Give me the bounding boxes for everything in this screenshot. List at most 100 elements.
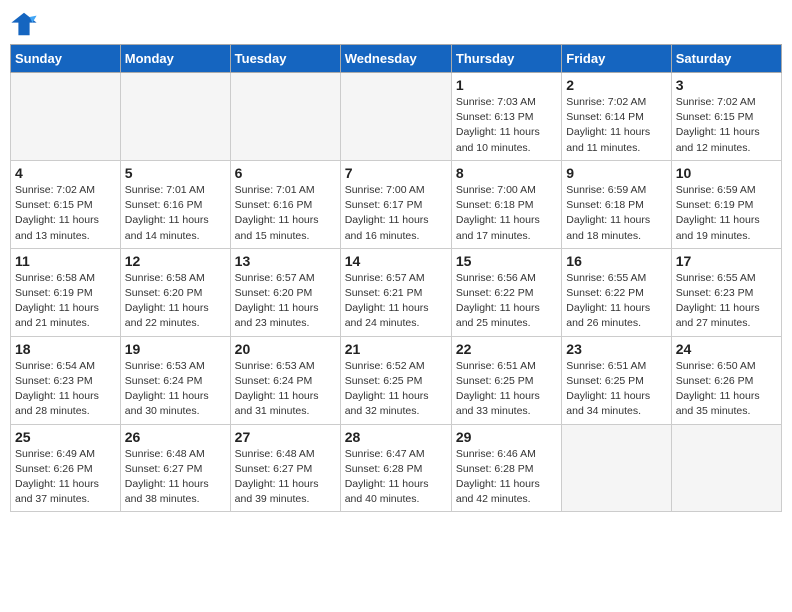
day-info: Sunrise: 6:49 AM Sunset: 6:26 PM Dayligh… [15, 447, 116, 508]
calendar-cell: 12 Sunrise: 6:58 AM Sunset: 6:20 PM Dayli… [120, 248, 230, 336]
day-info: Sunrise: 6:48 AM Sunset: 6:27 PM Dayligh… [235, 447, 336, 508]
day-number: 26 [125, 429, 226, 445]
calendar-table: SundayMondayTuesdayWednesdayThursdayFrid… [10, 44, 782, 512]
day-info: Sunrise: 6:58 AM Sunset: 6:19 PM Dayligh… [15, 271, 116, 332]
calendar-cell: 14 Sunrise: 6:57 AM Sunset: 6:21 PM Dayli… [340, 248, 451, 336]
calendar-cell: 20Sunrise: 6:53 AM Sunset: 6:24 PM Dayli… [230, 336, 340, 424]
day-info: Sunrise: 6:58 AM Sunset: 6:20 PM Dayligh… [125, 271, 226, 332]
day-number: 12 [125, 253, 226, 269]
day-header-saturday: Saturday [671, 45, 781, 73]
day-header-thursday: Thursday [451, 45, 561, 73]
calendar-week-row: 25 Sunrise: 6:49 AM Sunset: 6:26 PM Dayli… [11, 424, 782, 512]
calendar-cell: 3 Sunrise: 7:02 AM Sunset: 6:15 PM Daylig… [671, 73, 781, 161]
day-number: 22 [456, 341, 557, 357]
calendar-cell: 19 Sunrise: 6:53 AM Sunset: 6:24 PM Dayli… [120, 336, 230, 424]
calendar-week-row: 18Sunrise: 6:54 AM Sunset: 6:23 PM Dayli… [11, 336, 782, 424]
day-info: Sunrise: 7:01 AM Sunset: 6:16 PM Dayligh… [235, 183, 336, 244]
calendar-cell: 22 Sunrise: 6:51 AM Sunset: 6:25 PM Dayli… [451, 336, 561, 424]
calendar-cell: 9 Sunrise: 6:59 AM Sunset: 6:18 PM Daylig… [562, 160, 671, 248]
calendar-cell: 4 Sunrise: 7:02 AM Sunset: 6:15 PM Daylig… [11, 160, 121, 248]
day-info: Sunrise: 6:47 AM Sunset: 6:28 PM Dayligh… [345, 447, 447, 508]
day-number: 20 [235, 341, 336, 357]
calendar-header-row: SundayMondayTuesdayWednesdayThursdayFrid… [11, 45, 782, 73]
day-number: 21 [345, 341, 447, 357]
day-info: Sunrise: 6:46 AM Sunset: 6:28 PM Dayligh… [456, 447, 557, 508]
day-info: Sunrise: 7:00 AM Sunset: 6:17 PM Dayligh… [345, 183, 447, 244]
calendar-week-row: 1 Sunrise: 7:03 AM Sunset: 6:13 PM Daylig… [11, 73, 782, 161]
calendar-cell: 18Sunrise: 6:54 AM Sunset: 6:23 PM Dayli… [11, 336, 121, 424]
day-number: 7 [345, 165, 447, 181]
day-info: Sunrise: 7:02 AM Sunset: 6:14 PM Dayligh… [566, 95, 666, 156]
day-info: Sunrise: 6:54 AM Sunset: 6:23 PM Dayligh… [15, 359, 116, 420]
day-info: Sunrise: 6:56 AM Sunset: 6:22 PM Dayligh… [456, 271, 557, 332]
day-info: Sunrise: 7:01 AM Sunset: 6:16 PM Dayligh… [125, 183, 226, 244]
day-number: 11 [15, 253, 116, 269]
day-header-sunday: Sunday [11, 45, 121, 73]
day-number: 19 [125, 341, 226, 357]
day-number: 2 [566, 77, 666, 93]
calendar-week-row: 11 Sunrise: 6:58 AM Sunset: 6:19 PM Dayli… [11, 248, 782, 336]
calendar-cell: 29 Sunrise: 6:46 AM Sunset: 6:28 PM Dayli… [451, 424, 561, 512]
calendar-cell: 24Sunrise: 6:50 AM Sunset: 6:26 PM Dayli… [671, 336, 781, 424]
calendar-cell: 2 Sunrise: 7:02 AM Sunset: 6:14 PM Daylig… [562, 73, 671, 161]
calendar-cell: 15 Sunrise: 6:56 AM Sunset: 6:22 PM Dayli… [451, 248, 561, 336]
day-number: 9 [566, 165, 666, 181]
calendar-cell: 11 Sunrise: 6:58 AM Sunset: 6:19 PM Dayli… [11, 248, 121, 336]
calendar-cell: 28 Sunrise: 6:47 AM Sunset: 6:28 PM Dayli… [340, 424, 451, 512]
calendar-cell: 1 Sunrise: 7:03 AM Sunset: 6:13 PM Daylig… [451, 73, 561, 161]
day-info: Sunrise: 7:03 AM Sunset: 6:13 PM Dayligh… [456, 95, 557, 156]
calendar-cell [671, 424, 781, 512]
day-number: 8 [456, 165, 557, 181]
calendar-cell: 23 Sunrise: 6:51 AM Sunset: 6:25 PM Dayli… [562, 336, 671, 424]
day-number: 6 [235, 165, 336, 181]
calendar-cell [230, 73, 340, 161]
calendar-cell: 13Sunrise: 6:57 AM Sunset: 6:20 PM Dayli… [230, 248, 340, 336]
header [10, 10, 782, 38]
day-header-tuesday: Tuesday [230, 45, 340, 73]
day-info: Sunrise: 6:59 AM Sunset: 6:19 PM Dayligh… [676, 183, 777, 244]
day-number: 1 [456, 77, 557, 93]
day-header-friday: Friday [562, 45, 671, 73]
logo [10, 10, 42, 38]
day-info: Sunrise: 6:57 AM Sunset: 6:20 PM Dayligh… [235, 271, 336, 332]
logo-bird-icon [10, 10, 38, 38]
day-number: 5 [125, 165, 226, 181]
day-info: Sunrise: 6:55 AM Sunset: 6:22 PM Dayligh… [566, 271, 666, 332]
calendar-cell: 27 Sunrise: 6:48 AM Sunset: 6:27 PM Dayli… [230, 424, 340, 512]
day-info: Sunrise: 6:59 AM Sunset: 6:18 PM Dayligh… [566, 183, 666, 244]
day-header-wednesday: Wednesday [340, 45, 451, 73]
calendar-cell: 16Sunrise: 6:55 AM Sunset: 6:22 PM Dayli… [562, 248, 671, 336]
calendar-cell: 8 Sunrise: 7:00 AM Sunset: 6:18 PM Daylig… [451, 160, 561, 248]
day-info: Sunrise: 7:02 AM Sunset: 6:15 PM Dayligh… [676, 95, 777, 156]
day-info: Sunrise: 7:00 AM Sunset: 6:18 PM Dayligh… [456, 183, 557, 244]
calendar-cell [11, 73, 121, 161]
calendar-cell: 10 Sunrise: 6:59 AM Sunset: 6:19 PM Dayli… [671, 160, 781, 248]
day-info: Sunrise: 6:55 AM Sunset: 6:23 PM Dayligh… [676, 271, 777, 332]
calendar-cell: 7 Sunrise: 7:00 AM Sunset: 6:17 PM Daylig… [340, 160, 451, 248]
day-info: Sunrise: 6:51 AM Sunset: 6:25 PM Dayligh… [456, 359, 557, 420]
day-number: 27 [235, 429, 336, 445]
day-info: Sunrise: 6:48 AM Sunset: 6:27 PM Dayligh… [125, 447, 226, 508]
calendar-cell: 26 Sunrise: 6:48 AM Sunset: 6:27 PM Dayli… [120, 424, 230, 512]
calendar-cell: 5 Sunrise: 7:01 AM Sunset: 6:16 PM Daylig… [120, 160, 230, 248]
calendar-cell: 25 Sunrise: 6:49 AM Sunset: 6:26 PM Dayli… [11, 424, 121, 512]
day-info: Sunrise: 6:57 AM Sunset: 6:21 PM Dayligh… [345, 271, 447, 332]
day-number: 25 [15, 429, 116, 445]
day-number: 15 [456, 253, 557, 269]
day-info: Sunrise: 6:52 AM Sunset: 6:25 PM Dayligh… [345, 359, 447, 420]
day-number: 10 [676, 165, 777, 181]
calendar-week-row: 4 Sunrise: 7:02 AM Sunset: 6:15 PM Daylig… [11, 160, 782, 248]
day-number: 24 [676, 341, 777, 357]
day-info: Sunrise: 7:02 AM Sunset: 6:15 PM Dayligh… [15, 183, 116, 244]
day-number: 4 [15, 165, 116, 181]
day-number: 14 [345, 253, 447, 269]
day-number: 3 [676, 77, 777, 93]
day-number: 28 [345, 429, 447, 445]
calendar-cell [562, 424, 671, 512]
calendar-cell: 17Sunrise: 6:55 AM Sunset: 6:23 PM Dayli… [671, 248, 781, 336]
day-info: Sunrise: 6:51 AM Sunset: 6:25 PM Dayligh… [566, 359, 666, 420]
day-info: Sunrise: 6:53 AM Sunset: 6:24 PM Dayligh… [125, 359, 226, 420]
calendar-cell: 21 Sunrise: 6:52 AM Sunset: 6:25 PM Dayli… [340, 336, 451, 424]
day-number: 23 [566, 341, 666, 357]
day-number: 29 [456, 429, 557, 445]
